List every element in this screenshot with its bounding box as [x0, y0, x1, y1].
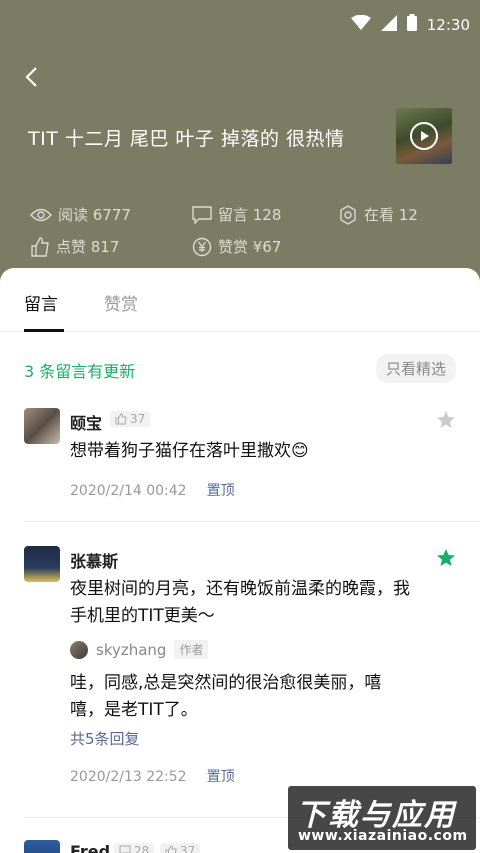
wifi-icon: [350, 14, 371, 34]
stat-reads-label: 阅读 6777: [58, 206, 131, 224]
avatar[interactable]: [24, 546, 60, 582]
pin-button[interactable]: 置顶: [207, 483, 235, 499]
comment-time: 2020/2/13 22:52: [70, 769, 187, 785]
status-time: 12:30: [426, 15, 470, 34]
divider: [24, 521, 480, 522]
comment-author[interactable]: 张慕斯: [70, 548, 118, 572]
tab-rewards[interactable]: 赞赏: [104, 290, 138, 315]
back-button[interactable]: [18, 64, 44, 90]
reply-header: skyzhang 作者: [70, 640, 209, 659]
tab-comments[interactable]: 留言: [24, 290, 58, 315]
stat-likes: 点赞 817: [30, 236, 119, 257]
stat-comments: 留言 128: [192, 204, 281, 225]
comment-icon: [192, 205, 212, 224]
stat-rewards-label: 赞赏 ¥67: [218, 238, 282, 256]
thumbs-up-icon: [31, 236, 49, 257]
comment-count: 28: [134, 844, 150, 853]
stat-likes-label: 点赞 817: [56, 238, 120, 256]
star-icon[interactable]: [436, 548, 456, 568]
reply-count-link[interactable]: 共5条回复: [70, 728, 140, 749]
play-icon: [410, 122, 438, 150]
thumbs-up-icon: [165, 845, 177, 853]
comments-panel: 留言 赞赏 3 条留言有更新 只看精选 颐宝 37 想带着狗子猫仔在落叶里撒欢😊…: [0, 268, 480, 853]
featured-only-button[interactable]: 只看精选: [375, 354, 456, 383]
comment-time: 2020/2/14 00:42: [70, 483, 187, 499]
comment-meta: 2020/2/13 22:52 置顶: [70, 766, 235, 786]
like-count: 37: [180, 844, 196, 853]
comment-meta: 2020/2/14 00:42 置顶: [70, 480, 235, 500]
like-count-badge: 37: [160, 843, 201, 853]
avatar[interactable]: [24, 408, 60, 444]
thumbs-up-icon: [115, 413, 127, 425]
yen-coin-icon: [192, 237, 212, 256]
article-header: 12:30 TIT 十二月 尾巴 叶子 掉落的 很热情 阅读 6777 留言 1…: [0, 0, 480, 290]
article-title: TIT 十二月 尾巴 叶子 掉落的 很热情: [28, 128, 345, 150]
watermark: 下载与应用 www.xiazainiao.com: [288, 786, 476, 850]
star-icon[interactable]: [436, 410, 456, 430]
stat-comments-label: 留言 128: [218, 206, 282, 224]
tab-indicator: [24, 329, 64, 332]
comment-updates-link[interactable]: 3 条留言有更新: [24, 358, 135, 382]
pin-button[interactable]: 置顶: [207, 769, 235, 785]
stat-watching: 在看 12: [338, 204, 418, 225]
eye-icon: [30, 208, 52, 221]
stat-reads: 阅读 6777: [30, 204, 131, 225]
signal-icon: [380, 14, 397, 35]
comment-count-badge: 28: [114, 843, 155, 853]
comment-text: 夜里树间的月亮，还有晚饭前温柔的晚霞，我手机里的TIT更美～: [70, 579, 410, 626]
like-count: 37: [130, 412, 146, 426]
reply-avatar[interactable]: [70, 640, 88, 659]
comment-text: 想带着狗子猫仔在落叶里撒欢😊: [70, 441, 309, 461]
video-thumbnail[interactable]: [396, 108, 452, 164]
comment-author[interactable]: 颐宝: [70, 410, 102, 434]
comment-item: 颐宝 37 想带着狗子猫仔在落叶里撒欢😊 2020/2/14 00:42 置顶: [0, 406, 480, 506]
battery-icon: [406, 14, 417, 35]
tab-bar: 留言 赞赏: [0, 268, 480, 332]
comment-item: 张慕斯 夜里树间的月亮，还有晚饭前温柔的晚霞，我手机里的TIT更美～ skyzh…: [0, 544, 480, 794]
like-count-badge: 37: [110, 411, 151, 427]
stat-watching-label: 在看 12: [364, 206, 418, 224]
watching-icon: [340, 204, 356, 225]
reply-author[interactable]: skyzhang: [96, 641, 166, 659]
status-bar: 12:30: [0, 0, 480, 50]
avatar[interactable]: [24, 840, 60, 853]
reply-text: 哇，同感,总是突然间的很治愈很美丽，嘻嘻，是老TIT了。: [70, 673, 382, 720]
comment-icon: [119, 845, 131, 853]
author-tag: 作者: [174, 640, 209, 659]
comment-author[interactable]: Fred: [70, 842, 110, 853]
stat-rewards: 赞赏 ¥67: [192, 236, 281, 257]
watermark-url: www.xiazainiao.com: [298, 828, 468, 844]
chevron-left-icon: [25, 67, 37, 87]
